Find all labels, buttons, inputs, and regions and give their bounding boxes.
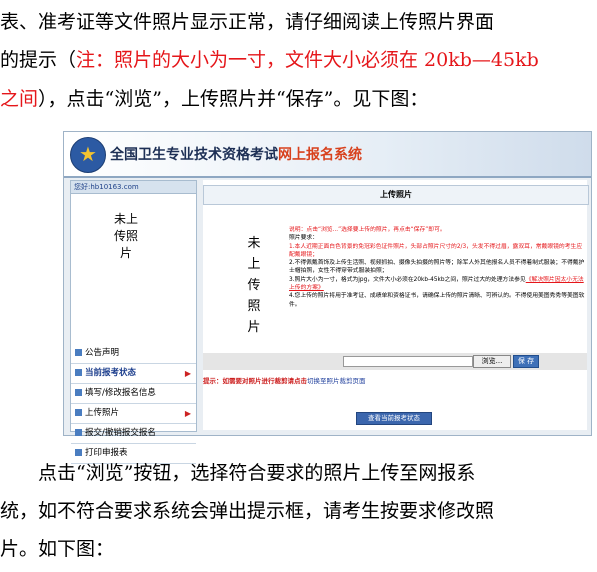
home-icon bbox=[75, 349, 82, 356]
note-3-text: 3.照片大小为一寸，格式为jpg，文件大小必须在20kb-45kb之间，照片过大… bbox=[289, 276, 526, 283]
photo-size-note-end: 之间 bbox=[0, 88, 39, 110]
note-2: 2.不得佩戴首饰及上传生活照、视频抓拍、摄像头拍摄的照片等；除军人外其他报名人员… bbox=[289, 260, 585, 275]
save-button[interactable]: 保 存 bbox=[513, 355, 539, 368]
site-banner: 全国卫生专业技术资格考试网上报名系统 bbox=[64, 132, 591, 178]
intro-line-2-text: 的提示（ bbox=[0, 49, 77, 71]
sidebar-item-label: 报交/撤销报交报名 bbox=[85, 428, 156, 438]
list-icon bbox=[75, 429, 82, 436]
outro-line-3: 片。如下图： bbox=[0, 538, 115, 560]
crop-page-link[interactable]: 切换至照片裁剪页面 bbox=[307, 377, 366, 385]
sidebar-photo-placeholder: 未上传照片 bbox=[113, 212, 138, 260]
upload-page-screenshot: 全国卫生专业技术资格考试网上报名系统 您好:hb10163.com 未上传照片 … bbox=[63, 131, 592, 464]
logo-icon bbox=[70, 137, 106, 173]
chevron-right-icon: ▶ bbox=[184, 369, 191, 378]
sidebar-item-label: 公告声明 bbox=[85, 348, 120, 358]
site-title: 全国卫生专业技术资格考试网上报名系统 bbox=[110, 144, 362, 164]
intro-line-2: 的提示（注：照片的大小为一寸，文件大小必须在 20kb—45kb bbox=[0, 41, 597, 79]
file-upload-row: 浏览... 保 存 bbox=[203, 353, 587, 370]
crop-tip: 提示：如需要对照片进行裁剪请点击切换至照片裁剪页面 bbox=[203, 375, 587, 387]
chevron-right-icon: ▶ bbox=[184, 409, 191, 418]
photo-placeholder: 未上传照片 bbox=[247, 236, 261, 335]
sidebar-item-announcement[interactable]: 公告声明 bbox=[71, 344, 196, 364]
panel-title: 上传照片 bbox=[203, 185, 589, 205]
sidebar-menu: 公告声明 当前报考状态 ▶ 填写/修改报名信息 上传照片 ▶ 报交/撤销报交报名 打… bbox=[71, 344, 196, 464]
sidebar-item-submit[interactable]: 报交/撤销报交报名 bbox=[71, 424, 196, 444]
intro-line-1: 表、准考证等文件照片显示正常，请仔细阅读上传照片界面 bbox=[0, 11, 495, 33]
note-heading: 照片要求： bbox=[289, 235, 318, 242]
sidebar: 您好:hb10163.com 未上传照片 公告声明 当前报考状态 ▶ 填写/修改报… bbox=[70, 180, 197, 464]
crop-tip-text: 提示：如需要对照片进行裁剪请点击 bbox=[203, 377, 307, 385]
list-icon bbox=[75, 409, 82, 416]
sidebar-item-label: 填写/修改报名信息 bbox=[85, 388, 156, 398]
view-status-button[interactable]: 查看当前报考状态 bbox=[356, 412, 432, 425]
list-icon bbox=[75, 369, 82, 376]
upload-panel: 上传照片 未上传照片 说明：点击“浏览...”选择要上传的照片，再点击“保存”即… bbox=[203, 180, 589, 430]
sidebar-item-label: 当前报考状态 bbox=[85, 368, 137, 378]
sidebar-item-status[interactable]: 当前报考状态 ▶ bbox=[71, 364, 196, 384]
site-title-main: 全国卫生专业技术资格考试 bbox=[110, 147, 278, 163]
photo-size-note: 注：照片的大小为一寸，文件大小必须在 20kb—45kb bbox=[76, 49, 539, 71]
outro-line-1: 点击“浏览”按钮，选择符合要求的照片上传至网报系 bbox=[0, 454, 597, 492]
outro-line-1-text: 点击“浏览”按钮，选择符合要求的照片上传至网报系 bbox=[38, 462, 476, 484]
site-title-sub: 网上报名系统 bbox=[278, 147, 362, 163]
intro-line-3: 之间），点击“浏览”，上传照片并“保存”。见下图： bbox=[0, 80, 597, 118]
note-3: 3.照片大小为一寸，格式为jpg，文件大小必须在20kb-45kb之间，照片过大… bbox=[289, 276, 585, 293]
file-path-input[interactable] bbox=[343, 356, 473, 367]
sidebar-item-upload-photo[interactable]: 上传照片 ▶ bbox=[71, 404, 196, 424]
sidebar-item-edit-info[interactable]: 填写/修改报名信息 bbox=[71, 384, 196, 404]
note-instructions: 说明：点击“浏览...”选择要上传的照片，再点击“保存”即可。 bbox=[289, 227, 446, 233]
note-4: 4.您上传的照片将用于准考证、成绩单和资格证书，请确保上传的照片清晰、可辨认的。… bbox=[289, 293, 585, 308]
sidebar-item-label: 上传照片 bbox=[85, 408, 120, 418]
list-icon bbox=[75, 389, 82, 396]
browse-button[interactable]: 浏览... bbox=[473, 355, 511, 368]
outro-line-2: 统，如不符合要求系统会弹出提示框，请考生按要求修改照 bbox=[0, 500, 495, 522]
intro-line-3-text: ），点击“浏览”，上传照片并“保存”。见下图： bbox=[38, 88, 429, 110]
note-1: 1.本人近期正面白色背景的免冠彩色证件照片，头部占照片尺寸的2/3，头发不得过眉… bbox=[289, 243, 583, 258]
user-greeting: 您好:hb10163.com bbox=[71, 181, 196, 194]
photo-requirements: 说明：点击“浏览...”选择要上传的照片，再点击“保存”即可。 照片要求： 1.… bbox=[289, 226, 585, 309]
